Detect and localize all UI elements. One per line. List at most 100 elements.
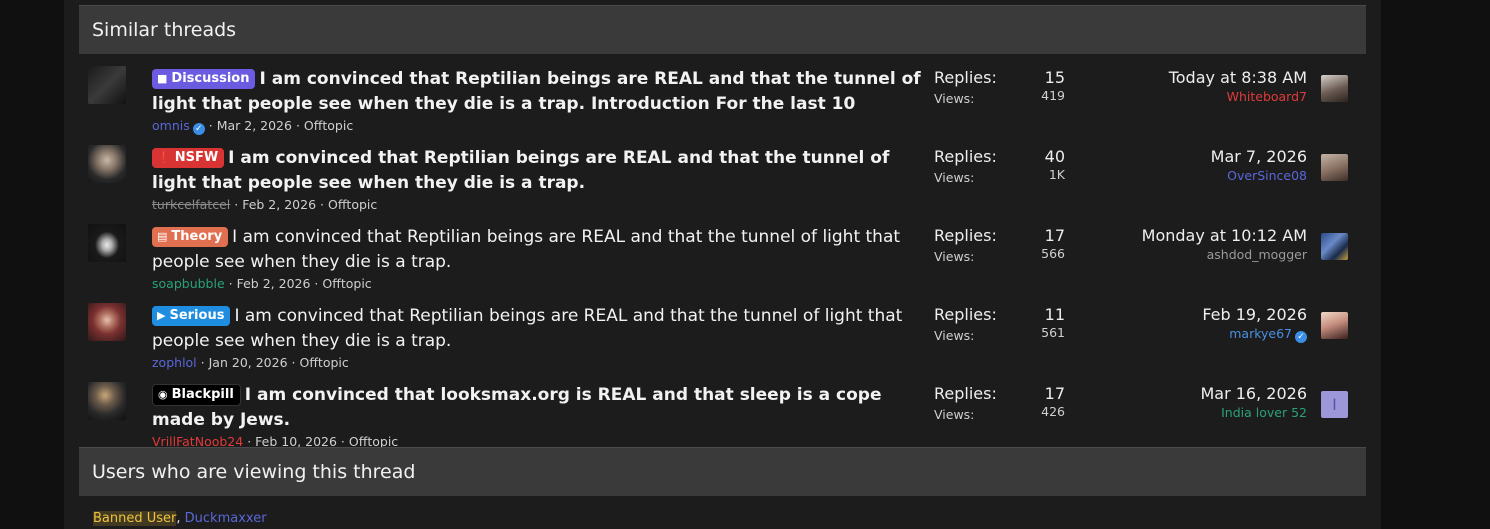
thread-main: ❗ NSFW I am convinced that Reptilian being… xyxy=(152,146,922,213)
author-link[interactable]: omnis xyxy=(152,118,190,133)
thread-row: ❗ NSFW I am convinced that Reptilian being… xyxy=(79,138,1366,217)
viewer-list: Banned User, Duckmaxxer xyxy=(93,511,267,526)
megaphone-icon: ▶ xyxy=(157,309,166,322)
views-label: Views: xyxy=(934,407,975,422)
glasses-icon: ◉ xyxy=(158,388,168,401)
thread-date[interactable]: Feb 2, 2026 xyxy=(237,276,311,291)
forum-link[interactable]: Offtopic xyxy=(304,118,353,133)
thread-title-line: ◉ Blackpill I am convinced that looksmax.o… xyxy=(152,383,922,433)
thread-title-line: ▶ Serious I am convinced that Reptilian be… xyxy=(152,304,922,354)
last-poster-avatar[interactable] xyxy=(1321,233,1348,260)
scroll-icon: ▤ xyxy=(157,230,168,243)
author-avatar[interactable] xyxy=(88,382,126,420)
thread-title-link[interactable]: I am convinced that looksmax.org is REAL… xyxy=(152,385,882,430)
thread-title-link[interactable]: I am convinced that Reptilian beings are… xyxy=(152,69,921,114)
thread-title-line: ▤ Theory I am convinced that Reptilian bei… xyxy=(152,225,922,275)
thread-title-line: ❗ NSFW I am convinced that Reptilian being… xyxy=(152,146,922,196)
thread-title-link[interactable]: I am convinced that Reptilian beings are… xyxy=(152,306,902,351)
viewers-block: Users who are viewing this thread xyxy=(79,447,1366,496)
author-link[interactable]: soapbubble xyxy=(152,276,225,291)
forum-link[interactable]: Offtopic xyxy=(299,355,348,370)
last-post-date[interactable]: Today at 8:38 AM xyxy=(1067,68,1307,88)
viewer-user[interactable]: Duckmaxxer xyxy=(185,511,267,526)
last-post-date[interactable]: Feb 19, 2026 xyxy=(1067,305,1307,325)
content-area: Similar threads ■ Discussion I am convince… xyxy=(64,0,1381,529)
last-poster-avatar[interactable] xyxy=(1321,312,1348,339)
last-post: Mar 16, 2026 India lover 52 xyxy=(1067,384,1307,422)
thread-title-link[interactable]: I am convinced that Reptilian beings are… xyxy=(152,227,900,272)
author-avatar[interactable] xyxy=(88,66,126,104)
last-post-user[interactable]: Whiteboard7 xyxy=(1067,88,1307,106)
thread-row: ▶ Serious I am convinced that Reptilian be… xyxy=(79,296,1366,375)
viewers-header: Users who are viewing this thread xyxy=(79,447,1366,496)
views-label: Views: xyxy=(934,170,975,185)
prefix-label-discussion[interactable]: ■ Discussion xyxy=(152,69,256,89)
prefix-label-serious[interactable]: ▶ Serious xyxy=(152,306,231,326)
verified-badge-icon: ✓ xyxy=(192,123,205,135)
thread-row: ◉ Blackpill I am convinced that looksmax.o… xyxy=(79,375,1366,454)
thread-meta: zophlol · Jan 20, 2026 · Offtopic xyxy=(152,355,349,370)
chat-icon: ■ xyxy=(157,72,168,85)
thread-stats: Replies: 17 Views: 566 xyxy=(934,226,1065,264)
thread-stats: Replies: 17 Views: 426 xyxy=(934,384,1065,422)
replies-count: 40 xyxy=(1044,147,1065,166)
thread-main: ▶ Serious I am convinced that Reptilian be… xyxy=(152,304,922,371)
thread-list: ■ Discussion I am convinced that Reptilian… xyxy=(79,59,1366,454)
thread-date[interactable]: Mar 2, 2026 xyxy=(217,118,292,133)
author-avatar[interactable] xyxy=(88,224,126,262)
prefix-label-nsfw[interactable]: ❗ NSFW xyxy=(152,148,225,168)
author-avatar[interactable] xyxy=(88,145,126,183)
replies-count: 15 xyxy=(1044,68,1065,87)
prefix-label-blackpill[interactable]: ◉ Blackpill xyxy=(152,384,241,406)
thread-title-line: ■ Discussion I am convinced that Reptilian… xyxy=(152,67,922,117)
last-post-user[interactable]: India lover 52 xyxy=(1067,404,1307,422)
last-poster-avatar[interactable] xyxy=(1321,75,1348,102)
last-post-date[interactable]: Mar 16, 2026 xyxy=(1067,384,1307,404)
last-post: Mar 7, 2026 OverSince08 xyxy=(1067,147,1307,185)
similar-threads-block: Similar threads ■ Discussion I am convince… xyxy=(79,5,1366,449)
replies-label: Replies: xyxy=(934,384,997,403)
thread-meta: soapbubble · Feb 2, 2026 · Offtopic xyxy=(152,276,372,291)
views-count: 426 xyxy=(1041,404,1065,419)
last-post-user[interactable]: ashdod_mogger xyxy=(1067,246,1307,264)
similar-threads-header: Similar threads xyxy=(79,5,1366,54)
views-count: 1K xyxy=(1048,167,1065,182)
views-count: 419 xyxy=(1041,88,1065,103)
thread-date[interactable]: Feb 2, 2026 xyxy=(242,197,316,212)
thread-stats: Replies: 11 Views: 561 xyxy=(934,305,1065,343)
views-count: 561 xyxy=(1041,325,1065,340)
thread-stats: Replies: 15 Views: 419 xyxy=(934,68,1065,106)
thread-title-link[interactable]: I am convinced that Reptilian beings are… xyxy=(152,148,889,193)
forum-link[interactable]: Offtopic xyxy=(328,197,377,212)
thread-stats: Replies: 40 Views: 1K xyxy=(934,147,1065,185)
last-post-user[interactable]: OverSince08 xyxy=(1067,167,1307,185)
views-label: Views: xyxy=(934,328,975,343)
author-avatar[interactable] xyxy=(88,303,126,341)
last-poster-avatar[interactable] xyxy=(1321,154,1348,181)
thread-row: ▤ Theory I am convinced that Reptilian bei… xyxy=(79,217,1366,296)
replies-count: 17 xyxy=(1044,384,1065,403)
last-poster-avatar[interactable]: I xyxy=(1321,391,1348,418)
last-post: Today at 8:38 AM Whiteboard7 xyxy=(1067,68,1307,106)
viewer-user[interactable]: Banned User xyxy=(93,511,177,526)
thread-row: ■ Discussion I am convinced that Reptilian… xyxy=(79,59,1366,138)
author-link[interactable]: turkcelfatcel xyxy=(152,197,230,212)
replies-label: Replies: xyxy=(934,226,997,245)
last-post: Feb 19, 2026 markye67 ✓ xyxy=(1067,305,1307,343)
alert-icon: ❗ xyxy=(157,151,171,164)
thread-main: ▤ Theory I am convinced that Reptilian bei… xyxy=(152,225,922,292)
last-post-date[interactable]: Mar 7, 2026 xyxy=(1067,147,1307,167)
last-post-user[interactable]: markye67 xyxy=(1229,326,1292,341)
replies-label: Replies: xyxy=(934,147,997,166)
thread-date[interactable]: Jan 20, 2026 xyxy=(209,355,288,370)
thread-meta: turkcelfatcel · Feb 2, 2026 · Offtopic xyxy=(152,197,378,212)
prefix-label-theory[interactable]: ▤ Theory xyxy=(152,227,229,247)
author-link[interactable]: zophlol xyxy=(152,355,197,370)
forum-link[interactable]: Offtopic xyxy=(322,276,371,291)
replies-count: 17 xyxy=(1044,226,1065,245)
replies-label: Replies: xyxy=(934,305,997,324)
views-count: 566 xyxy=(1041,246,1065,261)
thread-main: ■ Discussion I am convinced that Reptilian… xyxy=(152,67,922,135)
last-post: Monday at 10:12 AM ashdod_mogger xyxy=(1067,226,1307,264)
last-post-date[interactable]: Monday at 10:12 AM xyxy=(1067,226,1307,246)
